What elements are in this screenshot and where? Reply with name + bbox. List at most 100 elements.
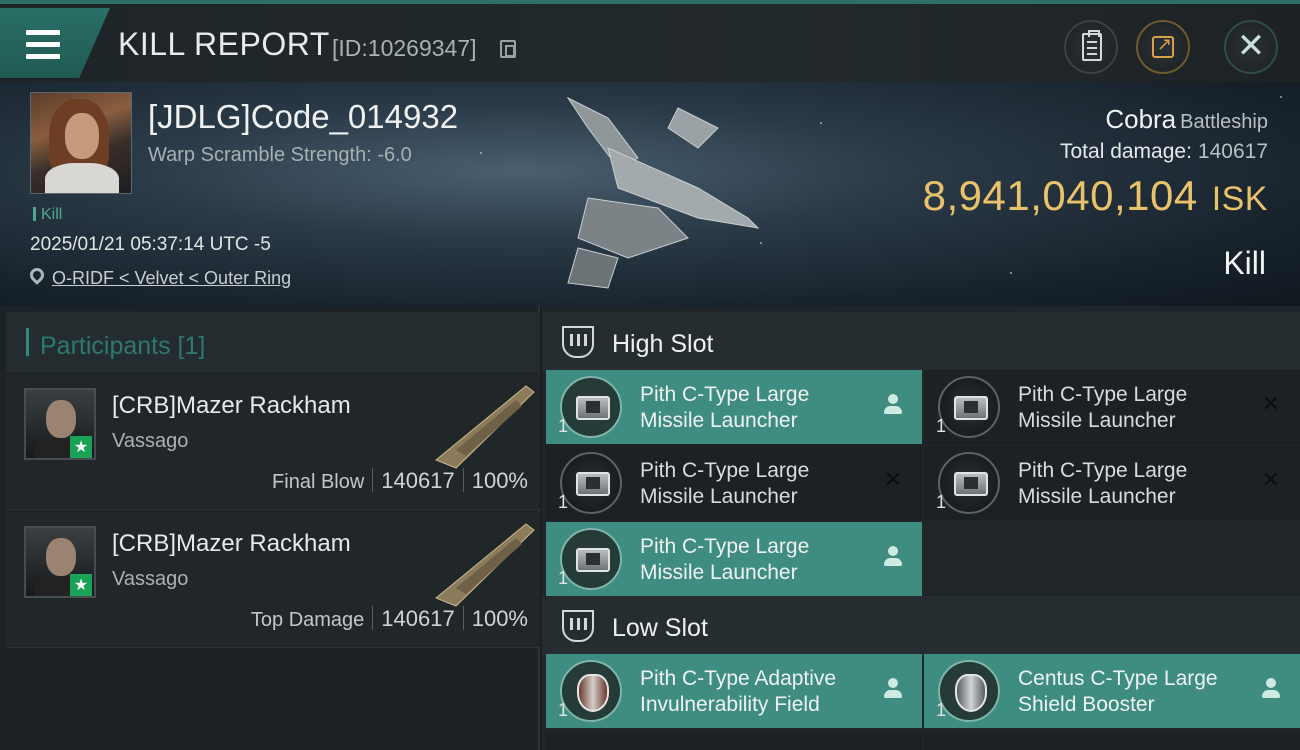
victim-ship-image [566, 96, 760, 289]
module-name-line2: Missile Launcher [640, 561, 798, 584]
star-icon: ★ [70, 436, 92, 458]
star-decor [1010, 272, 1012, 274]
module-name-line2: Invulnerability Field [640, 693, 820, 716]
report-id: [ID:10269347] [332, 35, 477, 61]
module-item-partial[interactable] [546, 734, 922, 750]
module-name-line1: Pith C-Type Large [1018, 459, 1188, 482]
module-name: Pith C-Type Large Missile Launcher [640, 382, 880, 434]
divider [462, 468, 464, 492]
module-ring [560, 452, 622, 514]
menu-button[interactable] [0, 8, 110, 78]
participant-card[interactable]: ★ [CRB]Mazer Rackham Vassago Top Damage 1… [6, 512, 540, 648]
missile-launcher-icon [954, 472, 988, 496]
total-damage: Total damage: 140617 [1060, 140, 1268, 164]
divider [372, 606, 374, 630]
victim-avatar[interactable] [30, 92, 132, 194]
module-item-partial[interactable] [924, 734, 1300, 750]
module-ring [560, 376, 622, 438]
destroyed-x-icon: ✕ [1261, 392, 1280, 417]
result-label: Kill [1223, 245, 1266, 281]
star-decor [1280, 96, 1282, 98]
module-ring [560, 528, 622, 590]
participant-name: [CRB]Mazer Rackham [112, 392, 351, 419]
participant-ship: Vassago [112, 430, 189, 452]
module-qty: 1 [936, 416, 947, 436]
participant-percent: 100% [471, 606, 528, 631]
module-name: Pith C-Type Large Missile Launcher [640, 458, 880, 510]
participants-header[interactable]: Participants [1] [6, 312, 540, 372]
avatar-face [65, 113, 99, 159]
module-item[interactable]: 1 Pith C-Type Large Missile Launcher ✕ [546, 446, 922, 520]
clipboard-button[interactable] [1064, 20, 1118, 74]
warp-scramble-strength: Warp Scramble Strength: -6.0 [148, 144, 412, 166]
location-link[interactable]: O-RIDF < Velvet < Outer Ring [52, 268, 291, 289]
module-qty: 1 [558, 568, 569, 588]
module-ring [560, 660, 622, 722]
low-slot-header: Low Slot [542, 596, 1300, 656]
invulnerability-field-icon [577, 674, 609, 712]
close-icon: ✕ [1236, 26, 1266, 66]
module-ring [938, 660, 1000, 722]
participant-percent: 100% [471, 468, 528, 493]
module-name-line1: Pith C-Type Large [640, 383, 810, 406]
kill-timestamp: 2025/01/21 05:37:14 UTC -5 [30, 234, 271, 255]
module-name-line1: Centus C-Type Large [1018, 667, 1218, 690]
participant-damage: 140617 [381, 468, 455, 493]
victim-ship: Cobra Battleship [1105, 104, 1268, 135]
share-button[interactable] [1136, 20, 1190, 74]
module-name-line2: Missile Launcher [1018, 485, 1176, 508]
isk-amount: 8,941,040,104 [922, 172, 1198, 219]
destroyed-x-icon: ✕ [883, 468, 902, 493]
ship-name: Cobra [1105, 104, 1177, 134]
page-title: KILL REPORT [118, 26, 330, 62]
participant-role: Final Blow [272, 471, 365, 493]
module-ring [938, 452, 1000, 514]
module-name-line2: Missile Launcher [640, 409, 798, 432]
module-item[interactable]: 1 Pith C-Type Large Missile Launcher ✕ [924, 370, 1300, 444]
menu-icon-bar [26, 42, 60, 47]
high-slot-icon [562, 326, 594, 358]
module-item[interactable]: 1 Pith C-Type Large Missile Launcher [546, 522, 922, 596]
star-decor [820, 122, 822, 124]
victim-name[interactable]: [JDLG]Code_014932 [148, 98, 458, 136]
participant-card[interactable]: ★ [CRB]Mazer Rackham Vassago Final Blow 1… [6, 374, 540, 510]
participant-stats: Top Damage 140617 100% [251, 606, 528, 632]
destroyed-x-icon: ✕ [1261, 468, 1280, 493]
star-decor [480, 152, 482, 154]
module-item[interactable]: 1 Pith C-Type Adaptive Invulnerability Fi… [546, 654, 922, 728]
module-name: Pith C-Type Large Missile Launcher [1018, 382, 1258, 434]
module-item[interactable]: 1 Pith C-Type Large Missile Launcher ✕ [924, 446, 1300, 520]
participant-ship-image [435, 385, 535, 469]
module-item[interactable]: 1 Pith C-Type Large Missile Launcher [546, 370, 922, 444]
ship-class: Battleship [1180, 111, 1268, 133]
location-pin-icon [27, 265, 47, 285]
dropped-person-icon [884, 394, 902, 416]
module-name-line1: Pith C-Type Large [1018, 383, 1188, 406]
module-item[interactable]: 1 Centus C-Type Large Shield Booster [924, 654, 1300, 728]
participants-panel: Participants [1] ★ [CRB]Mazer Rackham Va… [0, 306, 540, 750]
participant-name: [CRB]Mazer Rackham [112, 530, 351, 557]
avatar-face [46, 538, 76, 576]
header-bar: KILL REPORT [ID:10269347] ✕ [0, 0, 1300, 82]
missile-launcher-icon [576, 396, 610, 420]
divider [372, 468, 374, 492]
module-name-line1: Pith C-Type Adaptive [640, 667, 837, 690]
dropped-person-icon [1262, 678, 1280, 700]
module-name-line1: Pith C-Type Large [640, 459, 810, 482]
clipboard-icon [1082, 30, 1102, 61]
copy-icon[interactable] [500, 40, 516, 58]
victim-panel: [JDLG]Code_014932 Warp Scramble Strength… [0, 82, 1300, 306]
star-icon: ★ [70, 574, 92, 596]
participant-ship: Vassago [112, 568, 189, 590]
participants-label: Participants [1] [40, 332, 206, 360]
dropped-person-icon [884, 678, 902, 700]
module-qty: 1 [936, 700, 947, 720]
module-name-line2: Missile Launcher [1018, 409, 1176, 432]
module-qty: 1 [936, 492, 947, 512]
module-name: Centus C-Type Large Shield Booster [1018, 666, 1258, 718]
shield-booster-icon [955, 674, 987, 712]
participant-stats: Final Blow 140617 100% [272, 468, 528, 494]
module-ring [938, 376, 1000, 438]
close-button[interactable]: ✕ [1224, 20, 1278, 74]
high-slot-header: High Slot [542, 312, 1300, 372]
